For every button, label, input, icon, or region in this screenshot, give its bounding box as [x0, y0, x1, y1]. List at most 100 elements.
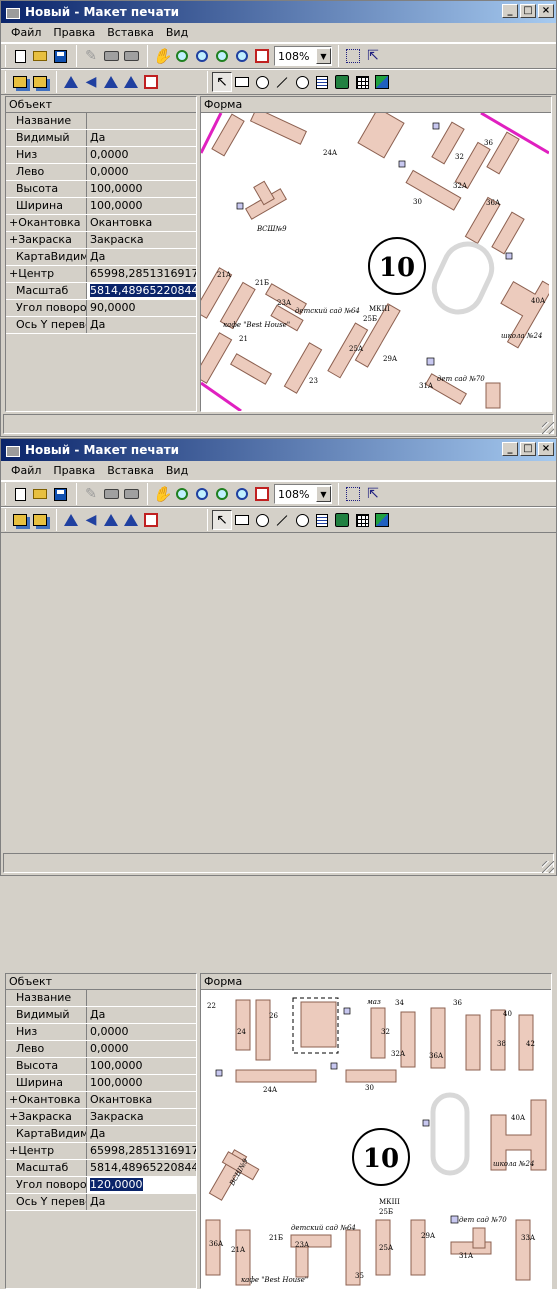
maximize-button[interactable]: □ — [520, 442, 536, 456]
map-canvas[interactable]: 10 22 26 24 32 32А 34 36 36А 38 40 42 24… — [201, 990, 549, 1288]
curve-tool-button[interactable] — [292, 72, 312, 92]
property-value[interactable]: 100,0000 — [87, 198, 196, 214]
grid-dots-button[interactable] — [343, 46, 363, 66]
zoom-combo[interactable]: 108% ▼ — [274, 46, 332, 66]
property-row[interactable]: Видимый Да — [6, 130, 196, 147]
close-button[interactable]: × — [538, 442, 554, 456]
property-value[interactable]: 100,0000 — [87, 181, 196, 197]
map-view[interactable]: 10 22 26 24 32 32А 34 36 36А 38 40 42 24… — [201, 990, 551, 1288]
menu-edit[interactable]: Правка — [47, 26, 101, 39]
maximize-button[interactable]: □ — [520, 4, 536, 18]
picture-tool-button[interactable] — [332, 72, 352, 92]
property-key[interactable]: +Закраска — [6, 232, 87, 248]
text-tool-button[interactable] — [312, 72, 332, 92]
map-tool-button[interactable] — [372, 72, 392, 92]
table-tool-button[interactable] — [352, 72, 372, 92]
property-value[interactable]: 100,0000 — [87, 1058, 196, 1074]
menu-view[interactable]: Вид — [160, 464, 194, 477]
new-button[interactable] — [10, 484, 30, 504]
property-value-editor[interactable]: 120,0000 — [87, 1177, 196, 1193]
zoom-refresh-button[interactable] — [192, 484, 212, 504]
title-bar[interactable]: Новый - Макет печати _ □ × — [1, 439, 556, 461]
title-bar[interactable]: Новый - Макет печати _ □ × — [1, 1, 556, 23]
map-canvas[interactable]: 10 24А 32 32А 36 36А 30 21А 21Б 23А 25Б … — [201, 113, 551, 411]
property-value[interactable]: 90,0000 — [87, 300, 196, 316]
zoom-area-button[interactable] — [172, 484, 192, 504]
select-tool-button[interactable]: ↖ — [212, 510, 232, 530]
property-row[interactable]: Угол поворот 90,0000 — [6, 300, 196, 317]
property-row[interactable]: Высота 100,0000 — [6, 181, 196, 198]
property-value[interactable]: 65998,2851316917; 4 — [87, 1143, 196, 1159]
property-row[interactable]: +Окантовка Окантовка — [6, 1092, 196, 1109]
ellipse-tool-button[interactable] — [252, 510, 272, 530]
property-row[interactable]: Ось Y переве Да — [6, 317, 196, 334]
property-value[interactable]: Да — [87, 249, 196, 265]
map-tool-button[interactable] — [372, 510, 392, 530]
new-button[interactable] — [10, 46, 30, 66]
close-button[interactable]: × — [538, 4, 554, 18]
property-value[interactable] — [87, 113, 196, 129]
menu-insert[interactable]: Вставка — [101, 464, 160, 477]
open-button[interactable] — [30, 46, 50, 66]
property-row-selected[interactable]: Угол поворот 120,0000 — [6, 1177, 196, 1194]
open-button[interactable] — [30, 484, 50, 504]
line-tool-button[interactable] — [272, 72, 292, 92]
property-row[interactable]: Низ 0,0000 — [6, 1024, 196, 1041]
line-tool-button[interactable] — [272, 510, 292, 530]
curve-tool-button[interactable] — [292, 510, 312, 530]
snap-button[interactable]: ⇱ — [363, 484, 383, 504]
chevron-down-icon[interactable]: ▼ — [316, 486, 331, 502]
send-back-button[interactable] — [30, 510, 50, 530]
text-tool-button[interactable] — [312, 510, 332, 530]
property-value[interactable]: Да — [87, 130, 196, 146]
menu-edit[interactable]: Правка — [47, 464, 101, 477]
property-value[interactable]: Окантовка — [87, 215, 196, 231]
property-row[interactable]: Видимый Да — [6, 1007, 196, 1024]
property-row[interactable]: +Центр65998,2851316917; 4 — [6, 266, 196, 283]
print-preview-button[interactable] — [101, 484, 121, 504]
property-value[interactable]: Закраска — [87, 232, 196, 248]
property-row[interactable]: +Закраска Закраска — [6, 232, 196, 249]
resize-grip-icon[interactable] — [542, 422, 554, 434]
zoom-in-button[interactable] — [212, 484, 232, 504]
property-row[interactable]: Низ 0,0000 — [6, 147, 196, 164]
zoom-in-button[interactable] — [212, 46, 232, 66]
property-row[interactable]: КартаВидимаДа — [6, 1126, 196, 1143]
flip-h-button[interactable] — [61, 510, 81, 530]
rect-tool-button[interactable] — [232, 72, 252, 92]
grid-dots-button[interactable] — [343, 484, 363, 504]
property-value[interactable]: Да — [87, 317, 196, 333]
property-value[interactable]: Да — [87, 1007, 196, 1023]
zoom-refresh-button[interactable] — [192, 46, 212, 66]
flip-v-button[interactable]: ◀ — [81, 72, 101, 92]
rect-tool-button[interactable] — [232, 510, 252, 530]
pan-button[interactable]: ✋ — [152, 46, 172, 66]
selected-value-text[interactable]: 120,0000 — [90, 1178, 143, 1191]
table-tool-button[interactable] — [352, 510, 372, 530]
menu-file[interactable]: Файл — [5, 26, 47, 39]
print-preview-button[interactable] — [101, 46, 121, 66]
property-value[interactable]: 65998,2851316917; 4 — [87, 266, 196, 282]
bring-front-button[interactable] — [10, 72, 30, 92]
property-value[interactable]: 0,0000 — [87, 1024, 196, 1040]
zoom-area-button[interactable] — [172, 46, 192, 66]
flip-h-button[interactable] — [61, 72, 81, 92]
property-row[interactable]: КартаВидимаДа — [6, 249, 196, 266]
ellipse-tool-button[interactable] — [252, 72, 272, 92]
property-row[interactable]: Название — [6, 113, 196, 130]
property-row[interactable]: Ширина 100,0000 — [6, 198, 196, 215]
menu-insert[interactable]: Вставка — [101, 26, 160, 39]
zoom-out-button[interactable] — [232, 46, 252, 66]
chevron-down-icon[interactable]: ▼ — [316, 48, 331, 64]
property-key[interactable]: +Окантовка — [6, 1092, 87, 1108]
property-value[interactable]: 0,0000 — [87, 1041, 196, 1057]
menu-view[interactable]: Вид — [160, 26, 194, 39]
property-row[interactable]: Ось Y переве Да — [6, 1194, 196, 1211]
property-value[interactable]: Да — [87, 1194, 196, 1210]
snap-button[interactable]: ⇱ — [363, 46, 383, 66]
print-button[interactable] — [121, 484, 141, 504]
resize-grip-icon[interactable] — [542, 861, 554, 873]
property-value[interactable]: 5814,48965220844 — [87, 1160, 196, 1176]
rotate-left-button[interactable] — [101, 510, 121, 530]
save-button[interactable] — [50, 484, 70, 504]
